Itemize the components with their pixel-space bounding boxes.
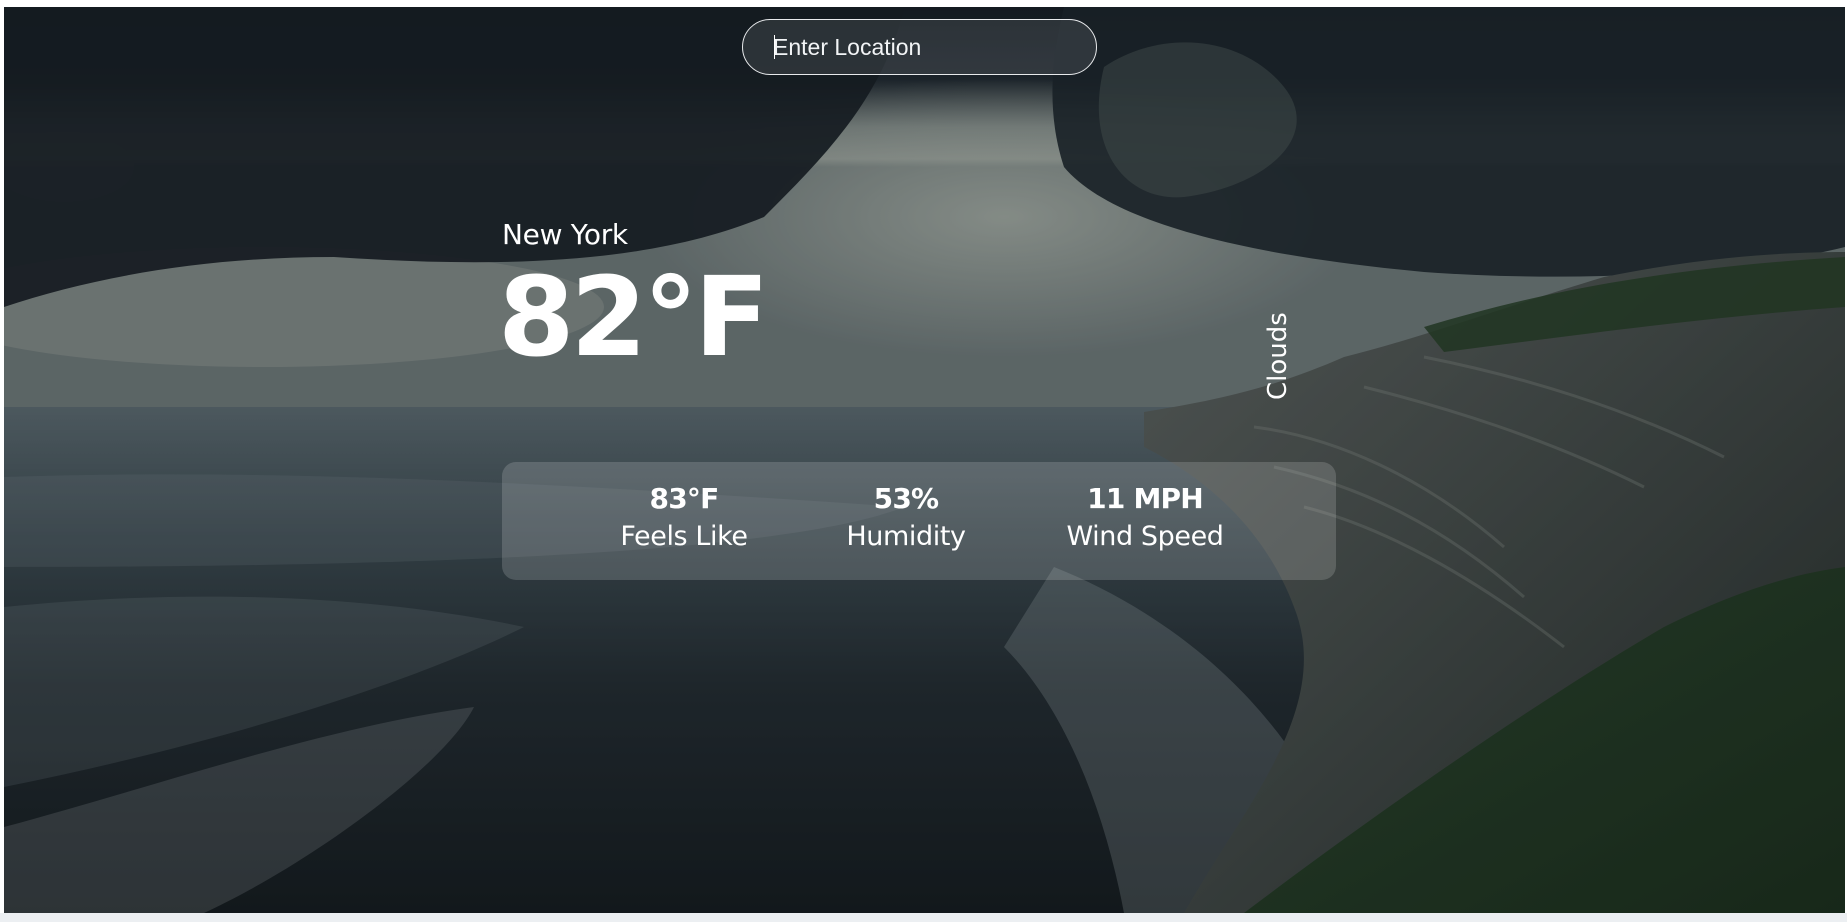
window-bottom-edge [0, 913, 1847, 922]
feels-like-label: Feels Like [620, 521, 748, 552]
humidity-value: 53% [873, 482, 939, 515]
weather-app [4, 7, 1845, 913]
feels-like-stat: 83°F Feels Like [620, 481, 748, 557]
location-name: New York [502, 218, 628, 251]
weather-description: Clouds [1263, 312, 1293, 400]
temperature-value: 82°F [498, 253, 769, 381]
weather-stats-panel: 83°F Feels Like 53% Humidity 11 MPH Wind… [502, 462, 1336, 580]
humidity-label: Humidity [846, 521, 966, 552]
feels-like-value: 83°F [649, 482, 720, 515]
background-photo [4, 7, 1845, 913]
text-cursor [774, 35, 775, 59]
wind-speed-stat: 11 MPH Wind Speed [1066, 481, 1223, 557]
wind-speed-value: 11 MPH [1087, 482, 1204, 515]
wind-speed-label: Wind Speed [1066, 521, 1224, 552]
location-search-input[interactable] [742, 19, 1097, 75]
humidity-stat: 53% Humidity [846, 481, 966, 557]
